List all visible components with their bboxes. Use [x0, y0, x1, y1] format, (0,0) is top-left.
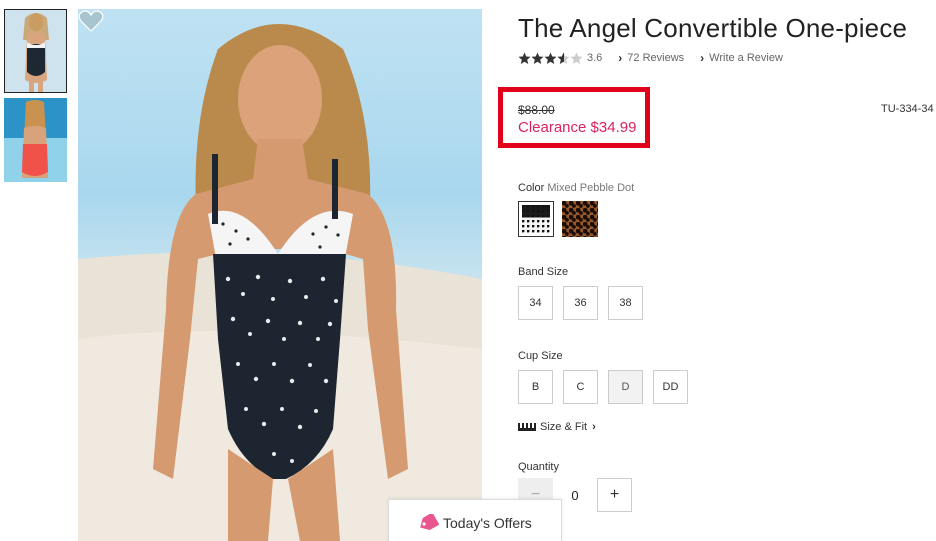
write-review-link[interactable]: › Write a Review [700, 51, 783, 65]
main-product-image[interactable] [78, 9, 482, 541]
chevron-right-icon: › [592, 421, 596, 433]
cup-size-b[interactable]: B [518, 370, 553, 404]
band-size-label: Band Size [518, 266, 569, 278]
cup-size-dd[interactable]: DD [653, 370, 688, 404]
chevron-right-icon: › [618, 51, 623, 65]
product-sku: TU-334-34 [881, 103, 934, 115]
cup-size-c[interactable]: C [563, 370, 598, 404]
star-full-icon [518, 52, 531, 64]
swatch-mixed-pebble-dot[interactable] [518, 201, 554, 237]
write-review-label: Write a Review [709, 52, 783, 64]
original-price: $88.00 [518, 103, 555, 117]
cup-size-d[interactable]: D [608, 370, 643, 404]
thumbnail-front[interactable] [4, 9, 67, 93]
price-tag-icon [420, 513, 439, 530]
cup-size-label: Cup Size [518, 350, 563, 362]
swatch-mixed-pebble-dot-pattern [522, 205, 550, 233]
band-size-36[interactable]: 36 [563, 286, 598, 320]
thumbnail-back-image [4, 98, 67, 182]
star-full-icon [531, 52, 544, 64]
rating-row: 3.6 › 72 Reviews › Write a Review [518, 51, 783, 65]
selected-color: Mixed Pebble Dot [547, 182, 635, 194]
color-label-row: Color Mixed Pebble Dot [518, 182, 634, 194]
reviews-link[interactable]: › 72 Reviews [618, 51, 684, 65]
size-fit-label: Size & Fit [540, 421, 588, 433]
band-size-34[interactable]: 34 [518, 286, 553, 320]
price-highlight-box [498, 87, 650, 148]
heart-icon[interactable] [78, 9, 104, 33]
star-empty-icon [570, 52, 583, 64]
size-fit-link[interactable]: Size & Fit › [518, 421, 596, 433]
rating-stars [518, 52, 583, 65]
rating-value: 3.6 [587, 52, 603, 64]
thumbnail-back[interactable] [4, 98, 67, 182]
band-size-38[interactable]: 38 [608, 286, 643, 320]
chevron-right-icon: › [700, 51, 705, 65]
quantity-value: 0 [571, 488, 579, 503]
star-half-icon [557, 52, 570, 64]
star-full-icon [544, 52, 557, 64]
color-label: Color [518, 182, 545, 194]
thumbnail-front-image [5, 10, 66, 92]
quantity-label: Quantity [518, 461, 559, 473]
swatch-leopard[interactable] [562, 201, 598, 237]
quantity-increase-button[interactable]: + [597, 478, 632, 512]
ruler-icon [518, 423, 536, 431]
todays-offers-label: Today's Offers [443, 514, 532, 531]
clearance-price: Clearance $34.99 [518, 119, 637, 136]
product-title: The Angel Convertible One-piece [518, 13, 908, 43]
todays-offers-button[interactable]: Today's Offers [388, 499, 562, 541]
model-illustration [78, 24, 482, 541]
reviews-link-label: 72 Reviews [627, 52, 685, 64]
